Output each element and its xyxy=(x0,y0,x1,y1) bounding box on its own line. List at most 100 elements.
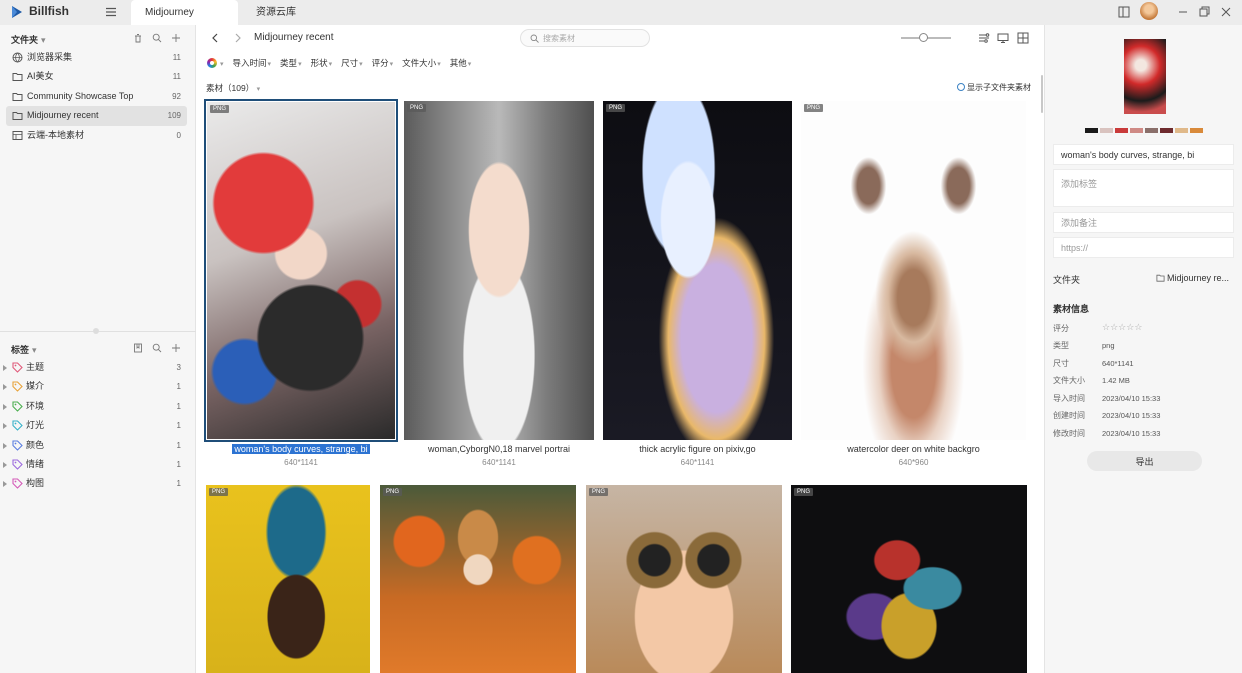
asset-card[interactable]: PNG watercolor deer on white backgro 640… xyxy=(801,101,1026,471)
search-box[interactable] xyxy=(520,29,650,47)
minimize-icon[interactable] xyxy=(1175,4,1191,20)
color-swatch[interactable] xyxy=(1160,128,1173,133)
filter-dropdown[interactable]: 评分▾ xyxy=(372,57,394,69)
sidebar-item-community-showcase[interactable]: Community Showcase Top 92 xyxy=(6,87,187,106)
expand-triangle-icon[interactable] xyxy=(3,461,7,468)
sidebar-toggle-icon[interactable] xyxy=(1116,4,1132,20)
add-icon[interactable] xyxy=(171,343,181,353)
asset-card[interactable]: PNG woman,CyborgN0,18 marvel portrai 640… xyxy=(404,101,594,471)
asset-card[interactable]: PNG woman's body curves, strange, bi 640… xyxy=(204,99,398,472)
scrollbar[interactable] xyxy=(1041,75,1043,113)
tag-item[interactable]: 主题 3 xyxy=(3,358,187,377)
close-icon[interactable] xyxy=(1218,4,1234,20)
item-count-label[interactable]: 素材（109） ▾ xyxy=(206,82,260,94)
asset-caption[interactable]: watercolor deer on white backgro xyxy=(801,444,1026,454)
color-swatch[interactable] xyxy=(1190,128,1203,133)
title-field[interactable]: woman's body curves, strange, bi xyxy=(1053,144,1234,165)
color-filter-caret[interactable]: ▾ xyxy=(219,58,224,68)
add-icon[interactable] xyxy=(171,33,181,43)
sidebar-item-cloud-local[interactable]: 云端-本地素材 0 xyxy=(6,126,187,145)
tag-item[interactable]: 构图 1 xyxy=(3,474,187,493)
asset-caption[interactable]: thick acrylic figure on pixiv,go xyxy=(603,444,792,454)
asset-thumbnail[interactable]: PNG xyxy=(586,485,782,673)
search-input[interactable] xyxy=(543,32,643,44)
color-swatch[interactable] xyxy=(1100,128,1113,133)
tag-item[interactable]: 灯光 1 xyxy=(3,416,187,435)
restore-icon[interactable] xyxy=(1196,4,1212,20)
tag-item[interactable]: 情绪 1 xyxy=(3,455,187,474)
expand-triangle-icon[interactable] xyxy=(3,423,7,430)
filter-dropdown[interactable]: 文件大小▾ xyxy=(402,57,441,69)
asset-card[interactable]: PNG xyxy=(791,485,1027,673)
asset-caption[interactable]: woman,CyborgN0,18 marvel portrai xyxy=(404,444,594,454)
tag-item[interactable]: 颜色 1 xyxy=(3,436,187,455)
color-swatch[interactable] xyxy=(1175,128,1188,133)
layout-grid-icon[interactable] xyxy=(1017,32,1029,44)
filter-label: 类型 xyxy=(280,58,298,68)
star-icon[interactable]: ☆ xyxy=(1110,322,1118,332)
search-icon[interactable] xyxy=(152,343,162,353)
folder-count: 0 xyxy=(176,130,181,140)
info-label: 修改时间 xyxy=(1053,429,1085,438)
tag-item[interactable]: 媒介 1 xyxy=(3,377,187,396)
splitter-handle[interactable] xyxy=(93,328,99,334)
asset-thumbnail[interactable]: PNG xyxy=(801,101,1026,440)
asset-thumbnail[interactable]: PNG xyxy=(404,101,594,440)
folders-section-header[interactable]: 文件夹 ▾ xyxy=(11,33,46,46)
tags-section-header[interactable]: 标签 ▾ xyxy=(11,343,37,356)
expand-triangle-icon[interactable] xyxy=(3,384,7,391)
color-swatch[interactable] xyxy=(1115,128,1128,133)
folder-value[interactable]: Midjourney re... xyxy=(1156,273,1229,283)
sidebar-item-ai-beauty[interactable]: AI美女 11 xyxy=(6,67,187,86)
tag-icon xyxy=(12,420,23,431)
forward-arrow-icon[interactable] xyxy=(232,32,244,44)
hamburger-menu-icon[interactable] xyxy=(104,5,118,19)
asset-caption[interactable]: woman's body curves, strange, bi xyxy=(207,444,395,454)
tag-item[interactable]: 环境 1 xyxy=(3,397,187,416)
asset-thumbnail[interactable]: PNG xyxy=(204,99,398,442)
asset-thumbnail[interactable]: PNG xyxy=(603,101,792,440)
url-field[interactable]: https:// xyxy=(1053,237,1234,258)
sidebar-item-browser-collect[interactable]: 浏览器采集 11 xyxy=(6,48,187,67)
filter-dropdown[interactable]: 类型▾ xyxy=(280,57,302,69)
sidebar-item-midjourney-recent[interactable]: Midjourney recent 109 xyxy=(6,106,187,126)
color-swatch[interactable] xyxy=(1085,128,1098,133)
rating-stars[interactable]: ☆☆☆☆☆ xyxy=(1102,322,1142,333)
filter-settings-icon[interactable] xyxy=(978,32,990,44)
asset-card[interactable]: PNG xyxy=(380,485,576,673)
filter-dropdown[interactable]: 导入时间▾ xyxy=(233,57,272,69)
back-arrow-icon[interactable] xyxy=(209,32,221,44)
monitor-icon[interactable] xyxy=(997,32,1009,44)
color-filter-icon[interactable] xyxy=(207,58,217,68)
color-swatch[interactable] xyxy=(1130,128,1143,133)
zoom-slider-handle[interactable] xyxy=(919,33,928,42)
bookmark-icon[interactable] xyxy=(133,343,143,353)
filter-dropdown[interactable]: 形状▾ xyxy=(311,57,333,69)
expand-triangle-icon[interactable] xyxy=(3,442,7,449)
show-subfolder-toggle[interactable]: 显示子文件夹素材 xyxy=(957,82,1031,93)
asset-thumbnail[interactable]: PNG xyxy=(380,485,576,673)
asset-thumbnail[interactable]: PNG xyxy=(206,485,370,673)
trash-icon[interactable] xyxy=(133,33,143,43)
export-button[interactable]: 导出 xyxy=(1087,451,1202,471)
star-icon[interactable]: ☆ xyxy=(1102,322,1110,332)
tags-field[interactable]: 添加标签 xyxy=(1053,169,1234,207)
color-swatch[interactable] xyxy=(1145,128,1158,133)
expand-triangle-icon[interactable] xyxy=(3,365,7,371)
asset-card[interactable]: PNG xyxy=(206,485,370,673)
asset-card[interactable]: PNG xyxy=(586,485,782,673)
filter-dropdown[interactable]: 尺寸▾ xyxy=(341,57,363,69)
preview-image[interactable] xyxy=(1124,39,1166,114)
asset-thumbnail[interactable]: PNG xyxy=(791,485,1027,673)
star-icon[interactable]: ☆ xyxy=(1134,322,1142,332)
note-field[interactable]: 添加备注 xyxy=(1053,212,1234,233)
asset-card[interactable]: PNG thick acrylic figure on pixiv,go 640… xyxy=(603,101,792,471)
expand-triangle-icon[interactable] xyxy=(3,481,7,488)
expand-triangle-icon[interactable] xyxy=(3,403,7,410)
tab-midjourney[interactable]: Midjourney xyxy=(131,0,238,25)
user-avatar[interactable] xyxy=(1140,2,1158,20)
search-icon[interactable] xyxy=(152,33,162,43)
tags-title: 标签 xyxy=(11,345,30,355)
filter-dropdown[interactable]: 其他▾ xyxy=(450,57,472,69)
tab-resource-cloud[interactable]: 资源云库 xyxy=(256,0,296,25)
